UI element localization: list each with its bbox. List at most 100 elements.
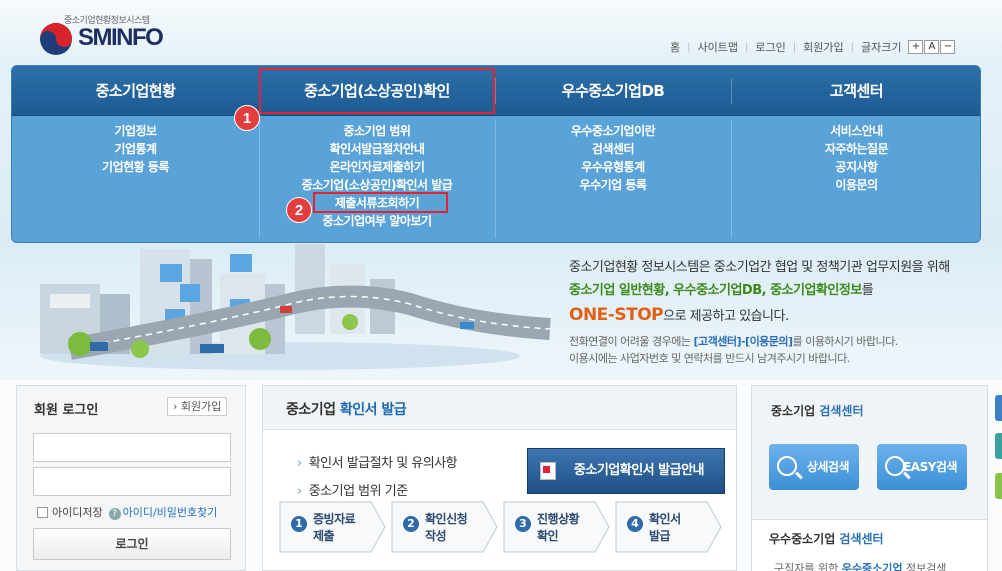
- step-line2: 작성: [425, 529, 447, 543]
- main-navigation: 중소기업현황 중소기업(소상공인)확인 우수중소기업DB 고객센터 기업정보 기…: [11, 65, 981, 243]
- font-increase-button[interactable]: +: [908, 40, 924, 54]
- find-id-password-link[interactable]: ? 아이디/비밀번호찾기: [108, 504, 218, 520]
- search-center-title: 중소기업 검색센터: [771, 402, 864, 419]
- submenu-item[interactable]: 우수유형통계: [495, 158, 731, 176]
- search-title-highlight: 검색센터: [819, 404, 864, 418]
- step-4: 4 확인서 발급: [615, 501, 723, 553]
- submenu-sme-status: 기업정보 기업통계 기업현황 등록: [12, 122, 259, 176]
- side-quick-tab[interactable]: [995, 433, 1002, 459]
- submenu-item[interactable]: 검색센터: [495, 140, 731, 158]
- annotation-badge-2: 2: [286, 197, 312, 223]
- submenu-item[interactable]: 공지사항: [731, 158, 980, 176]
- annotation-badge-1: 1: [234, 105, 260, 131]
- nav-menu-excellent-sme-db[interactable]: 우수중소기업DB: [495, 66, 731, 116]
- step-label: 진행상황확인: [537, 511, 580, 545]
- submenu-item[interactable]: 중소기업 범위: [259, 122, 495, 140]
- issue-title-prefix: 중소기업: [286, 402, 340, 418]
- step-label: 증빙자료제출: [313, 511, 356, 545]
- password-input[interactable]: [33, 467, 231, 496]
- sub-prefix: 구직자를 위한: [774, 562, 842, 571]
- excellent-title-highlight: 검색센터: [839, 532, 884, 546]
- step-number: 3: [515, 516, 531, 532]
- login-panel: 회원 로그인 › 회원가입 아이디저장 ? 아이디/비밀번호찾기 로그인: [16, 385, 246, 571]
- submenu-item[interactable]: 서비스안내: [731, 122, 980, 140]
- login-options: 아이디저장 ? 아이디/비밀번호찾기: [37, 504, 217, 520]
- hero-line-2: 중소기업 일반현황, 우수중소기업DB, 중소기업확인정보를: [569, 279, 979, 302]
- submenu-item[interactable]: 기업정보: [12, 122, 259, 140]
- step-1: 1 증빙자료제출: [279, 501, 387, 553]
- hero-line-2-rest: 를: [861, 283, 874, 298]
- sme-search-center-panel: 중소기업 검색센터 상세검색 EASY검색: [751, 385, 988, 521]
- submenu-item[interactable]: 기업현황 등록: [12, 158, 259, 176]
- submenu-item[interactable]: 기업통계: [12, 140, 259, 158]
- submenu-item[interactable]: 자주하는질문: [731, 140, 980, 158]
- step-label: 확인서 발급: [649, 511, 681, 545]
- find-label: 아이디/비밀번호찾기: [122, 506, 218, 519]
- step-3: 3 진행상황확인: [503, 501, 611, 553]
- sme-range-link[interactable]: 중소기업 범위 기준: [297, 480, 408, 499]
- detail-search-button[interactable]: 상세검색: [769, 444, 859, 490]
- top-utility-nav: 홈 | 사이트맵 | 로그인 | 회원가입 | 글자크기 + A −: [670, 39, 956, 55]
- submenu-item[interactable]: 온라인자료제출하기: [259, 158, 495, 176]
- sub-highlight: 우수중소기업: [841, 562, 903, 571]
- easy-search-label: EASY검색: [903, 460, 957, 474]
- hero-intro: 중소기업현황 정보시스템은 중소기업간 협업 및 정책기관 업무지원을 위해 중…: [569, 256, 979, 330]
- step-2: 2 확인신청작성: [391, 501, 499, 553]
- issue-title-highlight: 확인서 발급: [339, 402, 407, 418]
- login-title: 회원 로그인: [34, 403, 99, 418]
- issue-procedure-link[interactable]: 확인서 발급절차 및 유의사항: [297, 452, 458, 471]
- hero-line-1: 중소기업현황 정보시스템은 중소기업간 협업 및 정책기관 업무지원을 위해: [569, 260, 950, 275]
- step-line1: 확인신청: [425, 512, 468, 526]
- topnav-login[interactable]: 로그인: [755, 39, 785, 55]
- highlight-box-2: [313, 192, 448, 213]
- note-text: 전화연결이 어려울 경우에는: [569, 335, 694, 348]
- submenu-item[interactable]: 이용문의: [731, 176, 980, 194]
- submenu-customer-center: 서비스안내 자주하는질문 공지사항 이용문의: [731, 122, 980, 194]
- certificate-guide-button[interactable]: 중소기업확인서 발급안내: [527, 448, 725, 494]
- document-icon: [540, 462, 556, 480]
- city-illustration: [30, 244, 555, 374]
- excellent-search-subtitle: 구직자를 위한 우수중소기업 정보검색: [774, 560, 946, 571]
- join-button[interactable]: › 회원가입: [167, 397, 228, 416]
- step-number: 2: [403, 516, 419, 532]
- topnav-home[interactable]: 홈: [670, 39, 680, 55]
- nav-menu-sme-status[interactable]: 중소기업현황: [12, 66, 259, 116]
- topnav-sitemap[interactable]: 사이트맵: [698, 39, 738, 55]
- customer-inquiry-link[interactable]: [고객센터]-[이용문의]: [693, 335, 793, 348]
- step-line1: 증빙자료: [313, 512, 356, 526]
- step-number: 1: [291, 516, 307, 532]
- step-line2: 확인: [537, 529, 559, 543]
- magnifier-icon: [885, 456, 905, 476]
- easy-search-button[interactable]: EASY검색: [877, 444, 967, 490]
- excellent-sme-search-panel: 우수중소기업 검색센터 구직자를 위한 우수중소기업 정보검색: [751, 519, 988, 571]
- hero-line-3: ONE-STOP으로 제공하고 있습니다.: [569, 302, 979, 330]
- note-line-2: 이용시에는 사업자번호 및 연락처를 반드시 남겨주시기 바랍니다.: [569, 352, 850, 365]
- hero-note: 전화연결이 어려울 경우에는 [고객센터]-[이용문의]를 이용하시기 바랍니다…: [569, 333, 898, 367]
- logo[interactable]: SMINFO: [78, 24, 164, 52]
- side-quick-tab[interactable]: [995, 473, 1002, 499]
- submenu-item[interactable]: 우수기업 등록: [495, 176, 731, 194]
- step-line2: 제출: [313, 529, 335, 543]
- id-input[interactable]: [33, 433, 231, 462]
- detail-search-label: 상세검색: [806, 460, 850, 474]
- step-line1: 진행상황: [537, 512, 580, 526]
- font-decrease-button[interactable]: −: [940, 40, 956, 54]
- sub-suffix: 정보검색: [902, 562, 947, 571]
- submenu-item[interactable]: 확인서발급절차안내: [259, 140, 495, 158]
- question-icon: ?: [108, 508, 121, 520]
- topnav-join[interactable]: 회원가입: [803, 39, 843, 55]
- font-default-button[interactable]: A: [924, 40, 940, 54]
- side-quick-tab[interactable]: [995, 395, 1002, 421]
- highlight-box-1: [259, 68, 495, 114]
- issue-panel-title: 중소기업 확인서 발급: [286, 399, 407, 419]
- login-button[interactable]: 로그인: [33, 528, 231, 560]
- hero-services: 중소기업 일반현황, 우수중소기업DB, 중소기업확인정보: [569, 283, 862, 298]
- save-id-checkbox[interactable]: [37, 506, 48, 518]
- submenu-item[interactable]: 우수중소기업이란: [495, 122, 731, 140]
- excellent-search-title: 우수중소기업 검색센터: [769, 530, 884, 547]
- one-stop-label: ONE-STOP: [569, 305, 664, 325]
- nav-menu-customer-center[interactable]: 고객센터: [731, 66, 980, 116]
- step-label: 확인신청작성: [425, 511, 468, 545]
- step-number: 4: [627, 516, 643, 532]
- note-text: 를 이용하시기 바랍니다.: [792, 335, 899, 348]
